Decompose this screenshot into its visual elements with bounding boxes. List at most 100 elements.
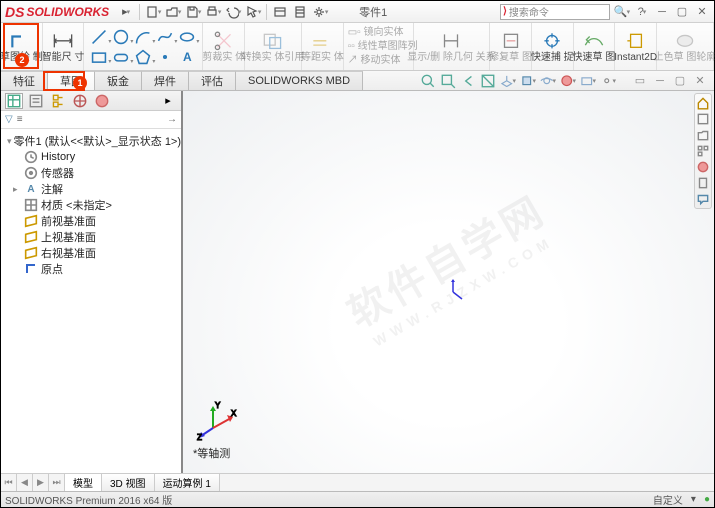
view-orient-icon[interactable]: ▾ [500, 73, 516, 89]
prev-view-icon[interactable] [460, 73, 476, 89]
tab-evaluate[interactable]: 评估 [189, 71, 236, 90]
polygon-tool[interactable]: ▾ [134, 48, 152, 66]
arc-tool[interactable]: ▾ [134, 28, 152, 46]
taskpane-file-explorer-icon[interactable] [696, 128, 710, 142]
tab-features[interactable]: 特征 [1, 71, 48, 90]
rect-tool[interactable]: ▾ [90, 48, 108, 66]
status-toggle-icon[interactable]: ▾ [691, 494, 696, 505]
panel-expand-icon[interactable]: ▸ [159, 93, 177, 109]
print-button[interactable]: ▾ [204, 3, 222, 21]
display-style-icon[interactable]: ▾ [520, 73, 536, 89]
document-title: 零件1 [359, 4, 387, 20]
tab-scroll-next[interactable]: ▶ [33, 474, 49, 491]
doc-close-icon[interactable]: ✕ [692, 73, 708, 89]
move-icon[interactable]: ↗ [348, 55, 361, 66]
tree-top-plane[interactable]: 上视基准面 [3, 229, 179, 245]
main-area: ▸ ▽ ≡ → ▾ 零件1 (默认<<默认>_显示状态 1>) History … [1, 91, 714, 479]
section-view-icon[interactable] [480, 73, 496, 89]
smart-dimension-button[interactable]: 智能尺 寸 [43, 23, 85, 70]
point-tool[interactable] [156, 48, 174, 66]
graphics-viewport[interactable]: 软件自学网 WWW.RJZXW.COM Y X Z *等轴测 [183, 91, 714, 479]
convert-button[interactable]: 转换实 体引用 [245, 23, 302, 70]
line-tool[interactable]: ▾ [90, 28, 108, 46]
hide-show-icon[interactable]: ▾ [540, 73, 556, 89]
close-button[interactable]: ✕ [694, 4, 710, 20]
tab-scroll-first[interactable]: ⏮ [1, 474, 17, 491]
tab-mbd[interactable]: SOLIDWORKS MBD [236, 71, 363, 90]
new-button[interactable]: ▾ [144, 3, 162, 21]
tab-scroll-last[interactable]: ⏭ [49, 474, 65, 491]
help-button[interactable]: ?▾ [634, 4, 650, 20]
tree-root[interactable]: ▾ 零件1 (默认<<默认>_显示状态 1>) [3, 133, 179, 149]
instant2d-button[interactable]: Instant2D [615, 23, 657, 70]
origin-triad [438, 277, 468, 310]
minimize-button[interactable]: ─ [654, 4, 670, 20]
view-settings-icon[interactable]: ▾ [600, 73, 616, 89]
tab-sheetmetal[interactable]: 钣金 [95, 71, 142, 90]
text-tool[interactable]: A [178, 48, 196, 66]
offset-button[interactable]: 等距实 体 [302, 23, 344, 70]
property-manager-tab[interactable] [27, 93, 45, 109]
taskpane-design-lib-icon[interactable] [696, 112, 710, 126]
rapid-sketch-button[interactable]: 快速草 图 [574, 23, 616, 70]
tab-sketch[interactable]: 草图 [48, 71, 95, 90]
settings-button[interactable]: ▾ [311, 3, 329, 21]
apply-scene-icon[interactable]: ▾ [580, 73, 596, 89]
tree-material[interactable]: 材质 <未指定> [3, 197, 179, 213]
display-manager-tab[interactable] [93, 93, 111, 109]
tree-sensors[interactable]: 传感器 [3, 165, 179, 181]
shaded-contour-button[interactable]: 上色草 图轮廓 [657, 23, 714, 70]
open-button[interactable]: ▾ [164, 3, 182, 21]
trim-button[interactable]: 剪裁实 体 [203, 23, 245, 70]
tree-right-plane[interactable]: 右视基准面 [3, 245, 179, 261]
taskpane-custom-props-icon[interactable] [696, 176, 710, 190]
taskpane-home-icon[interactable] [696, 96, 710, 110]
view-orientation-label: *等轴测 [193, 445, 230, 461]
bottom-tab-model[interactable]: 模型 [65, 474, 102, 491]
taskpane-forum-icon[interactable] [696, 192, 710, 206]
filter-icon[interactable]: ▽ [5, 114, 13, 125]
slot-tool[interactable]: ▾ [112, 48, 130, 66]
tree-collapse-icon[interactable]: → [167, 114, 177, 125]
tree-annotations[interactable]: ▸A注解 [3, 181, 179, 197]
repair-button[interactable]: 修复草 图 [490, 23, 532, 70]
save-button[interactable]: ▾ [184, 3, 202, 21]
tree-display-icon[interactable]: ≡ [17, 114, 23, 125]
tab-scroll-prev[interactable]: ◀ [17, 474, 33, 491]
bottom-tab-3dview[interactable]: 3D 视图 [102, 474, 155, 491]
doc-min-icon[interactable]: ─ [652, 73, 668, 89]
menu-button[interactable]: ▸▾ [117, 3, 135, 21]
ribbon: 草图绘 制 智能尺 寸 ▾ ▾ ▾ ▾ ▾ ▾ ▾ ▾ A 剪裁实 体 转换实 … [1, 23, 714, 71]
bottom-tab-motion[interactable]: 运动算例 1 [155, 474, 220, 491]
maximize-button[interactable]: ▢ [674, 4, 690, 20]
tree-origin[interactable]: 原点 [3, 261, 179, 277]
zoom-fit-icon[interactable] [420, 73, 436, 89]
undo-button[interactable]: ▾ [224, 3, 242, 21]
edit-appearance-icon[interactable]: ▾ [560, 73, 576, 89]
tree-front-plane[interactable]: 前视基准面 [3, 213, 179, 229]
taskpane-view-palette-icon[interactable] [696, 144, 710, 158]
search-command-box[interactable]: ⟩搜索命令 [500, 4, 610, 20]
circle-tool[interactable]: ▾ [112, 28, 130, 46]
tree-history[interactable]: History [3, 149, 179, 165]
quick-snap-button[interactable]: 快速捕 捉 [532, 23, 574, 70]
dimxpert-tab[interactable] [71, 93, 89, 109]
doc-window-icon[interactable]: ▭ [632, 73, 648, 89]
status-unit-icon[interactable]: ● [704, 494, 710, 505]
zoom-area-icon[interactable] [440, 73, 456, 89]
doc-max-icon[interactable]: ▢ [672, 73, 688, 89]
search-dropdown[interactable]: 🔍▾ [614, 4, 630, 20]
options-button[interactable] [291, 3, 309, 21]
pattern-icon[interactable]: ▫▫ [348, 41, 358, 52]
config-manager-tab[interactable] [49, 93, 67, 109]
status-custom[interactable]: 自定义 [653, 492, 683, 507]
feature-manager-tab[interactable] [5, 93, 23, 109]
ellipse-tool[interactable]: ▾ [178, 28, 196, 46]
select-button[interactable]: ▾ [244, 3, 262, 21]
taskpane-appearance-icon[interactable] [696, 160, 710, 174]
mirror-icon[interactable]: ▭▫ [348, 27, 364, 38]
relations-button[interactable]: 显示/删 除几何 关系 [414, 23, 491, 70]
tab-weldments[interactable]: 焊件 [142, 71, 189, 90]
spline-tool[interactable]: ▾ [156, 28, 174, 46]
rebuild-button[interactable] [271, 3, 289, 21]
